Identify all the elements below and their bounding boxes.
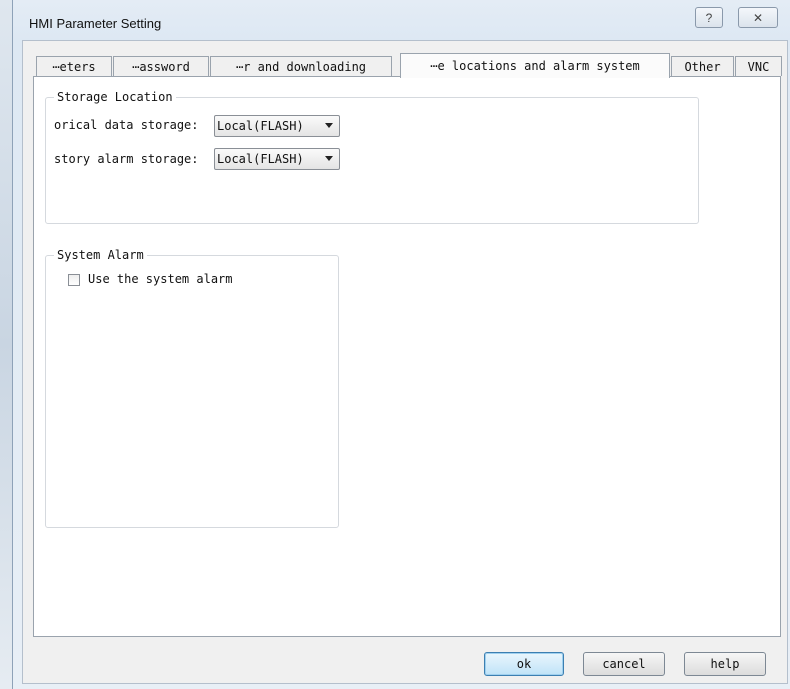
dropdown-arrow-icon	[325, 156, 333, 161]
storage-location-title: Storage Location	[54, 90, 176, 104]
tab-vnc[interactable]: VNC	[735, 56, 782, 76]
tab-other[interactable]: Other	[671, 56, 734, 76]
system-alarm-group	[45, 255, 339, 528]
tab-panel: Storage Location orical data storage: Lo…	[33, 76, 781, 637]
help-button[interactable]: help	[684, 652, 766, 676]
tab-uploading-downloading[interactable]: ⋯r and downloading	[210, 56, 392, 76]
history-alarm-storage-select[interactable]: Local(FLASH)	[214, 148, 340, 170]
history-alarm-storage-label: story alarm storage:	[54, 152, 199, 166]
tab-parameters[interactable]: ⋯eters	[36, 56, 112, 76]
historical-data-storage-label: orical data storage:	[54, 118, 199, 132]
help-icon[interactable]: ?	[695, 7, 723, 28]
system-alarm-title: System Alarm	[54, 248, 147, 262]
close-icon[interactable]: ✕	[738, 7, 778, 28]
background-window-edge	[0, 0, 12, 689]
use-system-alarm-label[interactable]: Use the system alarm	[88, 272, 233, 286]
tab-password[interactable]: ⋯assword	[113, 56, 209, 76]
ok-button[interactable]: ok	[484, 652, 564, 676]
tab-locations-alarm-system[interactable]: ⋯e locations and alarm system	[400, 53, 670, 78]
window-title: HMI Parameter Setting	[29, 16, 162, 31]
historical-data-storage-select[interactable]: Local(FLASH)	[214, 115, 340, 137]
historical-data-storage-value: Local(FLASH)	[217, 119, 304, 133]
history-alarm-storage-value: Local(FLASH)	[217, 152, 304, 166]
dropdown-arrow-icon	[325, 123, 333, 128]
cancel-button[interactable]: cancel	[583, 652, 665, 676]
use-system-alarm-checkbox[interactable]	[68, 274, 80, 286]
